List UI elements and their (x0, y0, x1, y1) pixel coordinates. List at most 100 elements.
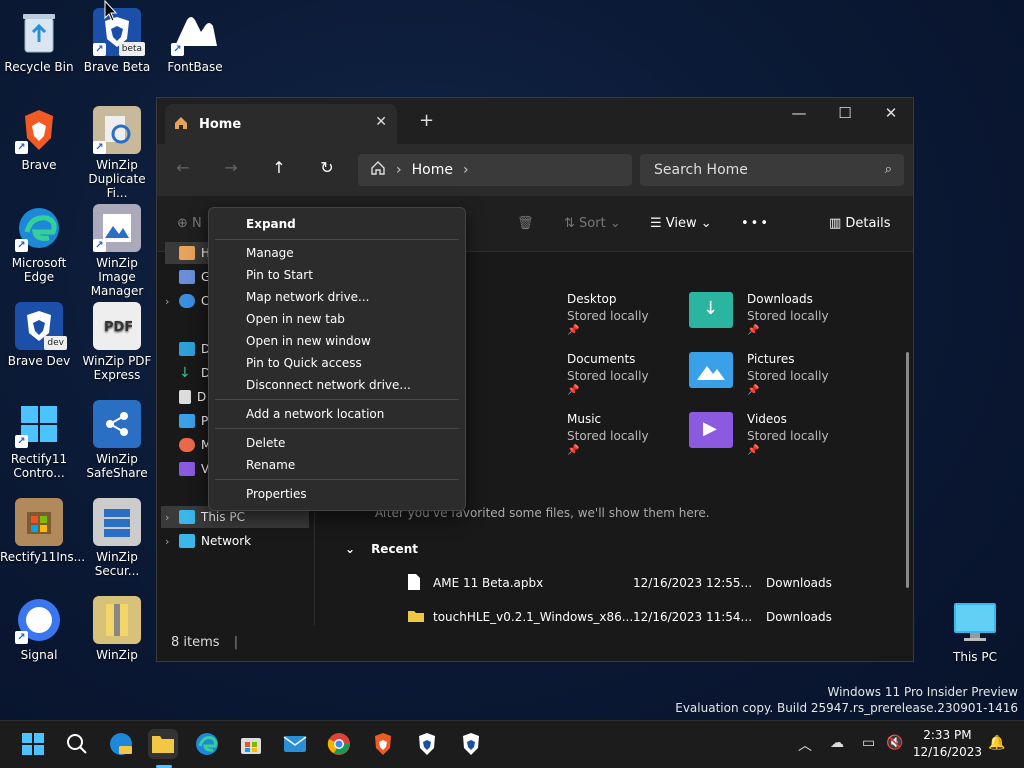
up-arrow-icon[interactable]: ↑ (267, 158, 291, 177)
sidebar-item-network[interactable]: › Network (165, 530, 251, 552)
quick-access-downloads[interactable]: ↓ Downloads Stored locally 📌 (689, 292, 829, 336)
desktop-icon-winzip-image[interactable]: ↗ WinZip Image Manager (78, 204, 156, 298)
taskbar-edge[interactable] (192, 729, 222, 759)
close-tab-icon[interactable]: ✕ (375, 114, 387, 130)
sidebar-item-videos[interactable]: V (165, 458, 209, 480)
chevron-right-icon[interactable]: › (165, 535, 179, 548)
show-hidden-icons-chevron-up-icon[interactable]: ︿ (798, 735, 812, 755)
minimize-button[interactable]: — (776, 104, 822, 122)
display-icon[interactable]: ▭ (862, 735, 875, 751)
delete-icon[interactable]: 🗑 (517, 216, 534, 231)
edge-preview-icon (110, 733, 132, 755)
sidebar-item-pictures[interactable]: P (165, 410, 208, 432)
quick-access-music[interactable]: Music Stored locally 📌 (567, 412, 649, 456)
desktop-icon-fontbase[interactable]: ↗ FontBase (156, 8, 234, 74)
forward-arrow-icon[interactable]: → (219, 158, 243, 177)
context-menu-open-new-tab[interactable]: Open in new tab (246, 312, 345, 326)
chevron-right-icon[interactable]: › (165, 295, 179, 308)
network-disconnected-icon[interactable]: ☁ (830, 735, 844, 751)
sidebar-item-onedrive[interactable]: › C (165, 290, 209, 312)
folder-icon (407, 609, 433, 626)
desktop-icon-winzip-secure[interactable]: WinZip Secur... (78, 498, 156, 578)
taskbar-store[interactable] (236, 729, 266, 759)
downloads-folder-icon: ↓ (689, 292, 733, 328)
context-menu-map-network-drive[interactable]: Map network drive... (246, 290, 370, 304)
desktop-icon-this-pc[interactable]: This PC (936, 598, 1014, 664)
context-menu-open-new-window[interactable]: Open in new window (246, 334, 371, 348)
quick-access-videos[interactable]: ▶ Videos Stored locally 📌 (689, 412, 829, 456)
desktop-icon-winzip-duplicate[interactable]: ↗ WinZip Duplicate Fi... (78, 106, 156, 200)
details-button[interactable]: ▥ Details (829, 216, 891, 231)
menu-divider (215, 239, 459, 240)
context-menu-rename[interactable]: Rename (246, 458, 295, 472)
shortcut-arrow-icon: ↗ (93, 43, 106, 56)
search-button[interactable] (62, 729, 92, 759)
context-menu-properties[interactable]: Properties (246, 487, 307, 501)
tab-home[interactable]: Home ✕ (165, 104, 397, 144)
breadcrumb-home[interactable]: Home (412, 162, 453, 178)
context-menu-add-network-location[interactable]: Add a network location (246, 407, 384, 421)
new-tab-button[interactable]: + (419, 110, 434, 131)
desktop-icon-rectify11-installer[interactable]: Rectify11Ins... (0, 498, 85, 564)
context-menu-pin-to-start[interactable]: Pin to Start (246, 268, 313, 282)
close-window-button[interactable]: ✕ (868, 104, 914, 122)
shortcut-arrow-icon: ↗ (15, 631, 28, 644)
recent-section-header[interactable]: ⌄ Recent (345, 542, 418, 556)
taskbar-brave-beta[interactable] (412, 729, 442, 759)
quick-access-pictures[interactable]: Pictures Stored locally 📌 (689, 352, 829, 396)
taskbar-file-explorer[interactable] (148, 729, 178, 759)
desktop-icon-edge[interactable]: ↗ Microsoft Edge (0, 204, 78, 284)
refresh-icon[interactable]: ↻ (315, 158, 339, 177)
context-menu-disconnect-network-drive[interactable]: Disconnect network drive... (246, 378, 411, 392)
taskbar-chrome[interactable] (324, 729, 354, 759)
sidebar-item-music[interactable]: M (165, 434, 211, 456)
notification-bell-icon[interactable]: 🔔 (988, 735, 1005, 751)
sidebar-item-downloads[interactable]: ↓ D (165, 362, 210, 384)
chevron-right-icon[interactable]: › (165, 511, 179, 524)
desktop-icon-winzip-safeshare[interactable]: WinZip SafeShare (78, 400, 156, 480)
new-button[interactable]: ⊕ N (177, 216, 202, 231)
vertical-scrollbar[interactable] (906, 352, 909, 588)
volume-muted-icon[interactable]: 🔇 (886, 735, 903, 751)
maximize-button[interactable]: ☐ (822, 104, 868, 122)
desktop-icon-brave[interactable]: ↗ Brave (0, 106, 78, 172)
start-button[interactable] (18, 729, 48, 759)
sort-button[interactable]: ⇅ Sort ⌄ (564, 216, 621, 231)
pin-icon: 📌 (747, 325, 760, 336)
sidebar-item-documents[interactable]: D (165, 386, 206, 408)
context-menu-pin-quick-access[interactable]: Pin to Quick access (246, 356, 362, 370)
chrome-icon (327, 733, 350, 755)
sidebar-item-desktop[interactable]: D (165, 338, 210, 360)
desktop-icon-recycle-bin[interactable]: Recycle Bin (0, 8, 78, 74)
context-menu-expand[interactable]: Expand (246, 217, 296, 231)
taskbar-mail[interactable] (280, 729, 310, 759)
taskbar-brave[interactable] (368, 729, 398, 759)
context-menu-delete[interactable]: Delete (246, 436, 285, 450)
table-row[interactable]: touchHLE_v0.2.1_Windows_x86... 12/16/202… (407, 606, 907, 625)
winzip-image-icon: ↗ (93, 204, 141, 252)
title-bar: Home ✕ + — ☐ ✕ (157, 98, 913, 144)
taskbar-brave-dev[interactable] (456, 729, 486, 759)
sidebar-item-gallery[interactable]: G (165, 266, 210, 288)
desktop-icon-signal[interactable]: ↗ Signal (0, 596, 78, 662)
desktop-icon-brave-dev[interactable]: dev Brave Dev (0, 302, 78, 368)
table-row[interactable]: AME 11 Beta.apbx 12/16/2023 12:55... Dow… (407, 572, 907, 594)
search-input[interactable]: Search Home ⌕ (640, 154, 904, 186)
chevron-right-icon[interactable]: › (463, 162, 469, 178)
more-options-icon[interactable]: ••• (741, 216, 770, 231)
desktop-icon-winzip-pdf[interactable]: PDF WinZip PDF Express (78, 302, 156, 382)
system-clock[interactable]: 2:33 PM 12/16/2023 (913, 727, 982, 761)
taskbar-edge-preview[interactable] (106, 729, 136, 759)
pin-icon: 📌 (747, 385, 760, 396)
chevron-down-icon: ⌄ (345, 542, 356, 556)
desktop-icon-rectify11-control[interactable]: ↗ Rectify11 Contro... (0, 400, 78, 480)
view-button[interactable]: ☰ View ⌄ (650, 216, 712, 231)
pin-icon: 📌 (567, 385, 580, 396)
back-arrow-icon[interactable]: ← (171, 158, 195, 177)
address-bar[interactable]: › Home › (358, 154, 632, 186)
quick-access-desktop[interactable]: Desktop Stored locally 📌 (567, 292, 649, 336)
context-menu-manage[interactable]: Manage (246, 246, 294, 260)
quick-access-documents[interactable]: Documents Stored locally 📌 (567, 352, 649, 396)
pin-icon: 📌 (567, 445, 580, 456)
desktop-icon-winzip[interactable]: WinZip (78, 596, 156, 662)
